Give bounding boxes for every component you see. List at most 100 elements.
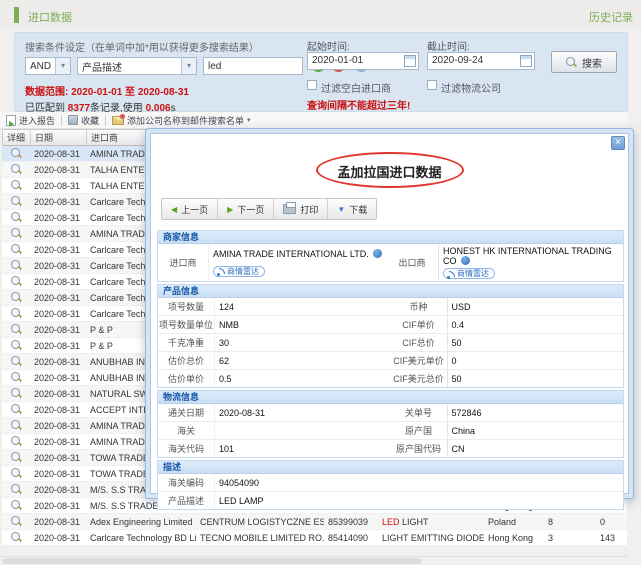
filter-blank-importer-checkbox[interactable] xyxy=(307,80,317,90)
date-cell: 2020-08-31 xyxy=(30,514,86,529)
magnifier-icon[interactable] xyxy=(11,324,22,335)
magnifier-icon[interactable] xyxy=(11,468,22,479)
magnifier-icon[interactable] xyxy=(11,308,22,319)
detail-row: 海关代码101原产国代码CN xyxy=(158,440,623,457)
col-header-date[interactable]: 日期 xyxy=(31,130,87,145)
magnifier-icon[interactable] xyxy=(11,500,22,511)
next-page-button[interactable]: ▶ 下一页 xyxy=(218,199,274,219)
magnifier-icon[interactable] xyxy=(11,180,22,191)
filter-logistics-label: 过滤物流公司 xyxy=(441,80,501,95)
importer-name[interactable]: AMINA TRADE INTERNATIONAL LTD. xyxy=(213,249,382,259)
start-date-value: 2020-01-01 xyxy=(312,55,363,66)
enter-report-button[interactable]: 进入报告 xyxy=(0,112,61,128)
print-icon xyxy=(283,204,296,214)
section-product-title: 产品信息 xyxy=(158,285,623,298)
amount-cell: 0 xyxy=(578,514,627,529)
magnifier-icon[interactable] xyxy=(11,148,22,159)
horizontal-scrollbar[interactable] xyxy=(0,556,628,565)
magnifier-icon[interactable] xyxy=(11,164,22,175)
search-button[interactable]: 搜索 xyxy=(551,51,617,73)
magnifier-icon[interactable] xyxy=(11,420,22,431)
magnifier-icon[interactable] xyxy=(11,388,22,399)
magnifier-icon[interactable] xyxy=(11,276,22,287)
magnifier-icon[interactable] xyxy=(11,532,22,543)
search-panel: 搜索条件设定（在单词中加*用以获得更多搜索结果） AND ▾ 产品描述 ▾ + … xyxy=(14,32,628,112)
magnifier-icon[interactable] xyxy=(11,244,22,255)
field-label: CIF单价 xyxy=(391,316,447,333)
description-text: LIGHT xyxy=(400,517,429,527)
detail-row: 产品描述LED LAMP xyxy=(158,492,623,509)
magnifier-icon[interactable] xyxy=(11,372,22,383)
calendar-icon[interactable] xyxy=(404,55,416,67)
date-cell: 2020-08-31 xyxy=(30,466,86,481)
table-row[interactable]: 2020-08-31Adex Engineering LimitedCENTRU… xyxy=(2,514,627,530)
end-time-label: 截止时间: xyxy=(427,38,470,53)
field-value: 0.5 xyxy=(214,370,391,387)
globe-icon[interactable] xyxy=(373,249,382,258)
report-icon xyxy=(6,115,16,126)
section-product: 产品信息 项号数量124币种USD项号数量单位NMBCIF单价0.4千克净重30… xyxy=(157,284,624,388)
date-cell: 2020-08-31 xyxy=(30,210,86,225)
end-date-value: 2020-09-24 xyxy=(432,55,483,66)
field-value: China xyxy=(447,422,624,439)
field-value: NMB xyxy=(214,316,391,333)
chevron-down-icon[interactable]: ▾ xyxy=(181,58,196,74)
magnifier-icon[interactable] xyxy=(11,228,22,239)
magnifier-icon[interactable] xyxy=(11,356,22,367)
detail-row: 估价单价0.5CIF美元总价50 xyxy=(158,370,623,387)
keyword-input[interactable] xyxy=(203,57,303,75)
magnifier-icon[interactable] xyxy=(11,340,22,351)
magnifier-icon[interactable] xyxy=(11,292,22,303)
search-field-select[interactable]: 产品描述 ▾ xyxy=(77,57,197,75)
magnifier-icon[interactable] xyxy=(11,484,22,495)
quantity-cell: 8 xyxy=(544,514,578,529)
table-row[interactable]: 2020-08-31Carlcare Technology BD Limited… xyxy=(2,530,627,546)
history-link[interactable]: 历史记录 xyxy=(589,9,633,25)
prev-page-button[interactable]: ◀ 上一页 xyxy=(162,199,218,219)
close-icon[interactable]: × xyxy=(611,136,625,150)
date-cell: 2020-08-31 xyxy=(30,402,86,417)
calendar-icon[interactable] xyxy=(520,55,532,67)
search-field-value: 产品描述 xyxy=(78,59,181,74)
top-bar: 进口数据 历史记录 xyxy=(0,0,641,30)
favorite-button[interactable]: 收藏 xyxy=(62,112,105,128)
magnifier-icon[interactable] xyxy=(11,196,22,207)
magnifier-icon[interactable] xyxy=(11,452,22,463)
detail-modal-body: × 孟加拉国进口数据 ◀ 上一页 ▶ 下一页 打印 ▼ 下载 xyxy=(150,133,629,494)
magnifier-icon[interactable] xyxy=(11,436,22,447)
magnifier-icon[interactable] xyxy=(11,260,22,271)
filter-logistics-checkbox[interactable] xyxy=(427,80,437,90)
date-cell: 2020-08-31 xyxy=(30,258,86,273)
scrollbar-thumb[interactable] xyxy=(2,558,422,564)
radar-badge-importer[interactable]: 商情雷达 xyxy=(213,266,265,277)
globe-icon[interactable] xyxy=(461,256,470,265)
field-label: 项号数量 xyxy=(158,298,214,315)
search-button-label: 搜索 xyxy=(582,55,602,70)
add-to-mail-list-button[interactable]: 添加公司名称到邮件搜索名单 ▾ xyxy=(106,112,257,128)
field-label: 千克净重 xyxy=(158,334,214,351)
bool-operator-select[interactable]: AND ▾ xyxy=(25,57,71,75)
radar-badge-exporter[interactable]: 商情雷达 xyxy=(443,268,495,279)
magnifier-icon[interactable] xyxy=(11,212,22,223)
magnifier-icon[interactable] xyxy=(11,516,22,527)
detail-cell xyxy=(2,338,30,353)
magnifier-icon[interactable] xyxy=(11,404,22,415)
chevron-down-icon[interactable]: ▾ xyxy=(247,116,251,124)
field-label: CIF美元总价 xyxy=(391,370,447,387)
section-description-rows: 海关编码94054090产品描述LED LAMP xyxy=(158,474,623,509)
add-to-mail-list-label: 添加公司名称到邮件搜索名单 xyxy=(127,114,244,127)
end-date-input[interactable]: 2020-09-24 xyxy=(427,52,535,70)
chevron-down-icon[interactable]: ▾ xyxy=(55,58,70,74)
date-cell: 2020-08-31 xyxy=(30,530,86,545)
start-date-input[interactable]: 2020-01-01 xyxy=(307,52,419,70)
col-header-detail[interactable]: 详细 xyxy=(3,130,31,145)
download-button[interactable]: ▼ 下载 xyxy=(328,199,376,219)
exporter-name[interactable]: HONEST HK INTERNATIONAL TRADING CO xyxy=(443,246,619,266)
detail-row: 通关日期2020-08-31关单号572846 xyxy=(158,404,623,422)
print-button[interactable]: 打印 xyxy=(274,199,328,219)
grid-toolbar: 进入报告 收藏 添加公司名称到邮件搜索名单 ▾ xyxy=(0,112,628,129)
field-value: 572846 xyxy=(447,404,624,421)
date-cell: 2020-08-31 xyxy=(30,178,86,193)
importer-value: AMINA TRADE INTERNATIONAL LTD. 商情雷达 xyxy=(208,244,386,281)
field-label: 海关编码 xyxy=(158,474,214,491)
